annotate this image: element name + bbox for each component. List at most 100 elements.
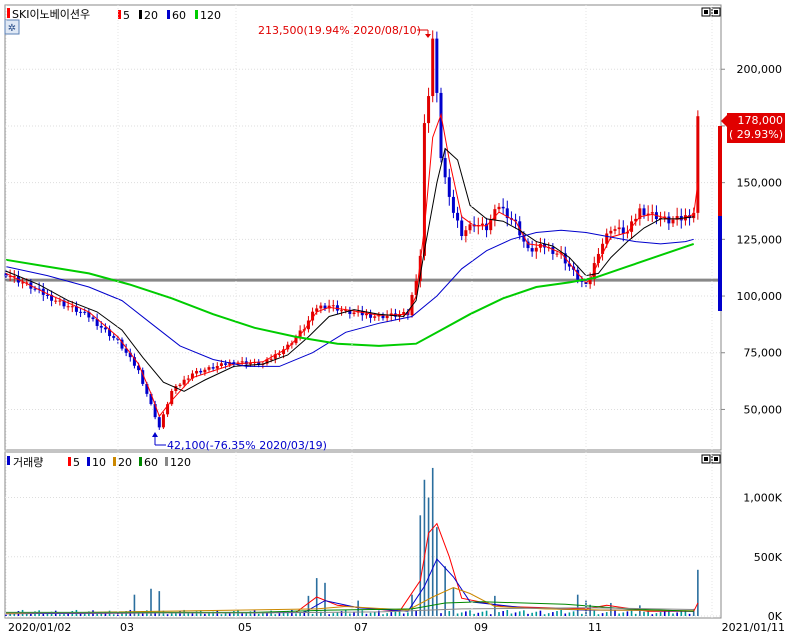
y-tick-label: 200,000 [737,63,783,76]
y-tick-label: 50,000 [744,403,783,416]
volume-bar [539,610,542,616]
y-tick-label: 500K [754,551,783,564]
volume-bar [630,610,633,616]
x-tick-label: 05 [238,621,252,634]
minimize-icon[interactable] [701,454,711,464]
candle-body [617,227,621,230]
candle-body [161,414,165,428]
candle-body [277,354,281,356]
volume-bar [523,610,525,616]
candle-body [195,370,199,374]
volume-bar [543,614,546,616]
stock-name: SKI이노베이션우 [12,8,90,21]
volume-bar [572,611,575,616]
legend-swatch [68,457,71,466]
maximize-icon[interactable] [711,454,721,464]
volume-bar [452,587,455,616]
volume-bar [332,613,335,616]
volume-bar [581,613,583,616]
candle-body [66,306,70,308]
legend-label: 60 [144,456,158,469]
volume-bar [407,612,409,616]
current-change: ( 29.93%) [729,128,783,141]
volume-y-axis: 1,000K500K0K [743,492,782,623]
candle-body [240,361,244,363]
legend-label: 20 [144,9,158,22]
stock-chart: SKI이노베이션우 5 20 60 120 ✲ 거래량 5 10 20 60 120 200,… [4,4,785,634]
volume-bar [634,613,637,616]
volume-bar [423,479,426,616]
volume-bar [353,612,355,616]
candle-body [182,379,186,385]
volume-bar [386,613,388,616]
volume-bar [166,614,169,616]
candle-body [650,212,654,214]
y-tick-label: 100,000 [737,290,783,303]
settings-icon[interactable]: ✲ [4,19,20,35]
volume-bar [278,613,281,616]
candle-body [211,367,215,369]
legend-swatch [139,457,142,466]
svg-text:✲: ✲ [8,23,16,34]
candle-body [609,230,613,234]
volume-bar [440,613,442,616]
volume-bar [204,613,206,616]
volume-bar [605,612,608,616]
y-tick-label: 150,000 [737,177,783,190]
volume-bar [610,602,612,616]
volume-bar [601,613,604,616]
volume-bar [481,611,484,616]
volume-bar [626,611,629,616]
candle-body [79,311,83,313]
volume-bar [436,527,438,616]
volume-bar [427,497,430,616]
candle-body [103,327,107,330]
candle-body [435,38,439,93]
volume-bar [597,614,600,616]
volume-bar [369,612,372,616]
volume-bar [568,612,571,616]
volume-bar [460,612,463,616]
candle-body [621,227,625,234]
volume-bar [510,613,513,616]
candle-body [696,116,700,213]
minimize-icon[interactable] [701,7,711,17]
day-range-down [718,216,722,311]
candle-body [534,247,538,252]
legend-label: 5 [123,9,130,22]
high-label: 213,500(19.94% 2020/08/10) [258,24,421,37]
candle-body [443,158,447,178]
volume-bar [672,613,674,616]
volume-bar [535,611,538,616]
volume-bar [552,612,554,616]
candle-body [501,206,505,209]
candle-body [497,206,501,210]
x-tick-label: 2020/01/02 [8,621,71,634]
price-panel-frame [4,4,722,451]
high-annotation: 213,500(19.94% 2020/08/10) [258,24,431,38]
volume-bar [593,610,596,616]
candle-body [551,247,555,254]
volume-bar [382,614,384,616]
candle-body [58,300,62,302]
volume-bar [688,613,691,616]
candle-body [340,310,344,312]
candle-body [530,248,534,252]
volume-bar [170,613,173,616]
candle-body [157,417,161,428]
x-tick-label: 09 [474,621,488,634]
volume-bar [187,613,190,616]
candle-body [83,311,87,313]
candle-body [70,306,74,308]
volume-bar [448,611,451,616]
legend-swatch [87,457,90,466]
volume-bar [431,467,434,616]
legend-label: 60 [172,9,186,22]
legend-swatch [139,10,142,19]
volume-bar [402,613,405,616]
volume-bar [680,611,683,616]
maximize-icon[interactable] [711,7,721,17]
volume-bar [465,611,467,616]
candle-body [178,384,182,387]
candle-body [427,96,431,124]
